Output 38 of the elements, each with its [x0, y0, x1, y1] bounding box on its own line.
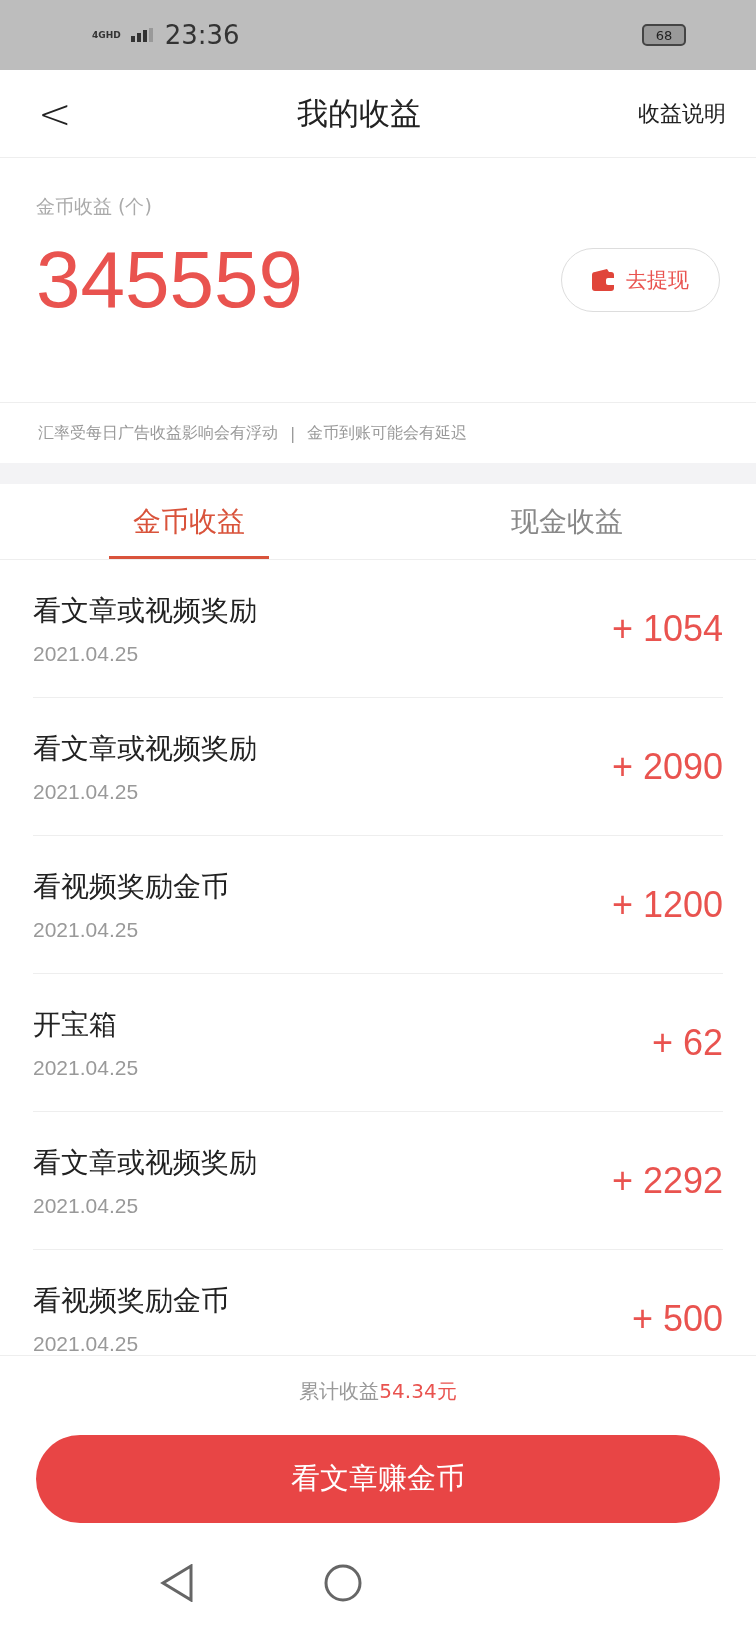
- record-amount: + 500: [631, 1297, 723, 1340]
- record-amount: + 2292: [611, 1159, 723, 1202]
- record-title: 看文章或视频奖励: [33, 1144, 257, 1181]
- record-date: 2021.04.25: [33, 641, 140, 666]
- earn-coins-button[interactable]: 看文章赚金币: [36, 1435, 720, 1523]
- record-date: 2021.04.25: [33, 1055, 139, 1080]
- record-amount: + 62: [651, 1021, 723, 1064]
- back-button[interactable]: <: [30, 90, 80, 137]
- wallet-icon: [592, 269, 616, 291]
- record-title: 看视频奖励金币: [33, 868, 229, 905]
- notice-separator: |: [290, 423, 296, 443]
- tab[interactable]: 金币收益: [0, 484, 378, 559]
- record-amount: + 1054: [611, 607, 723, 650]
- home-nav-icon[interactable]: [324, 1564, 362, 1602]
- record-title: 看文章或视频奖励: [33, 730, 257, 767]
- record-date: 2021.04.25: [33, 917, 140, 942]
- withdraw-button[interactable]: 去提现: [561, 248, 720, 312]
- record-date: 2021.04.25: [33, 1193, 140, 1218]
- network-indicator: 4GHD: [92, 30, 121, 40]
- back-nav-icon[interactable]: [160, 1564, 194, 1602]
- notice-text: 汇率受每日广告收益影响会有浮动: [38, 422, 278, 444]
- record-title: 开宝箱: [33, 1006, 118, 1043]
- total-earnings: 累计收益54.34元: [299, 1378, 457, 1405]
- coin-balance: 345559: [36, 234, 303, 326]
- page-title: 我的收益: [295, 93, 422, 133]
- notice-text: 金币到账可能会有延迟: [307, 422, 468, 444]
- balance-label: 金币收益 (个): [36, 194, 153, 219]
- record-title: 看文章或视频奖励: [33, 592, 257, 629]
- earnings-info-link[interactable]: 收益说明: [638, 98, 726, 129]
- record-date: 2021.04.25: [33, 779, 140, 804]
- record-title: 看视频奖励金币: [33, 1282, 229, 1319]
- tab[interactable]: 现金收益: [378, 484, 756, 559]
- record-date: 2021.04.25: [33, 1331, 140, 1355]
- record-amount: + 2090: [611, 745, 723, 788]
- status-time: 23:36: [164, 20, 240, 50]
- record-amount: + 1200: [611, 883, 723, 926]
- signal-icon: [130, 28, 155, 42]
- battery-indicator: 68: [642, 24, 686, 46]
